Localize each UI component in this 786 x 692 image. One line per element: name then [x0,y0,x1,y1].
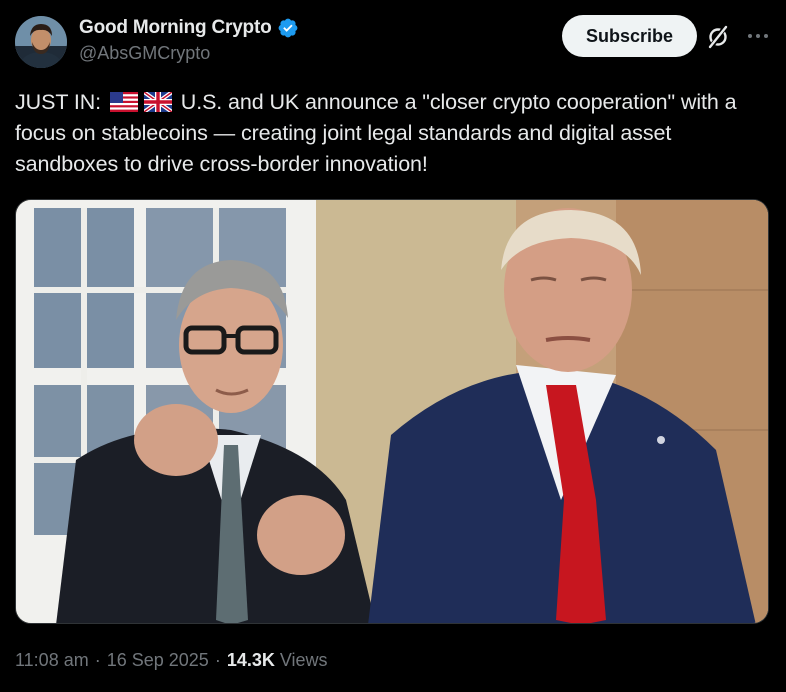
us-flag-icon [109,92,138,112]
tweet-time[interactable]: 11:08 am [15,650,89,671]
tweet-meta: 11:08 am · 16 Sep 2025 · 14.3K Views [15,650,328,671]
author-block: Good Morning Crypto @AbsGMCrypto [79,15,299,64]
grok-icon[interactable] [705,24,731,50]
views-count: 14.3K [226,650,275,670]
tweet-date[interactable]: 16 Sep 2025 [107,650,209,671]
views-label: Views [279,650,328,670]
tweet: Good Morning Crypto @AbsGMCrypto Subscri… [0,0,786,692]
meta-separator: · [94,650,101,670]
author-handle[interactable]: @AbsGMCrypto [79,43,299,64]
meta-separator: · [214,650,221,670]
tweet-photo[interactable] [15,199,769,624]
tweet-prefix: JUST IN: [15,90,102,114]
subscribe-button[interactable]: Subscribe [562,15,697,57]
display-name[interactable]: Good Morning Crypto [79,17,272,39]
tweet-text: JUST IN: U.S. and UK announce a "closer … [15,87,775,180]
verified-badge-icon [278,18,297,38]
more-icon[interactable] [744,22,772,50]
uk-flag-icon [143,92,172,112]
avatar[interactable] [15,16,67,68]
